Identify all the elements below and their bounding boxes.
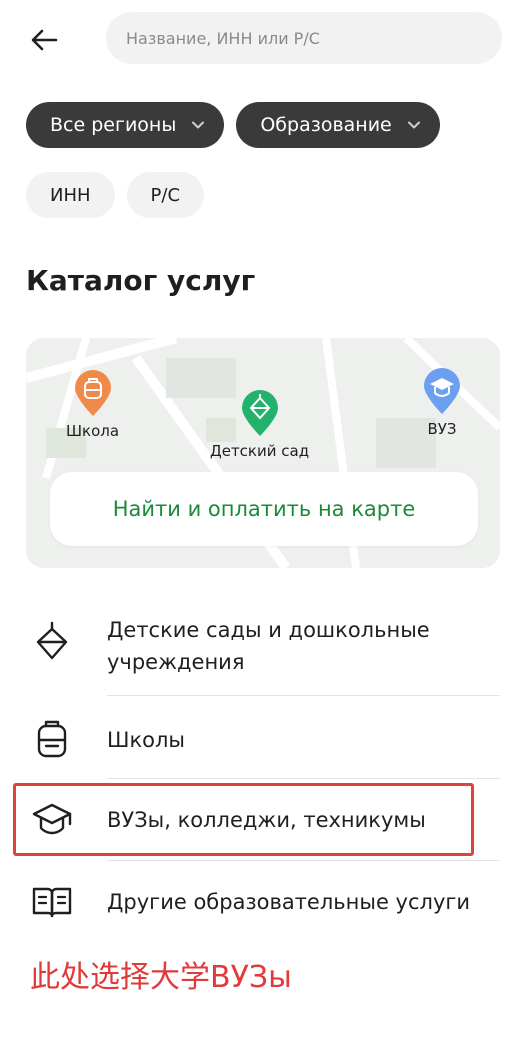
search-type-chips: ИНН Р/С [26, 172, 205, 218]
top-bar [0, 0, 522, 80]
inn-chip[interactable]: ИНН [26, 172, 115, 218]
selection-highlight-box [13, 783, 474, 856]
chevron-down-icon [406, 117, 422, 133]
school-pin-icon [74, 370, 111, 416]
region-filter-chip[interactable]: Все регионы [26, 102, 225, 148]
open-book-icon [30, 880, 74, 924]
list-item-label: Детские сады и дошкольные учреждения [107, 614, 430, 678]
list-item-label-line1: Детские сады и дошкольные [107, 618, 430, 642]
search-field[interactable] [106, 12, 502, 64]
chevron-down-icon [190, 117, 206, 133]
catalog-title: Каталог услуг [26, 264, 256, 297]
spinning-top-icon [30, 620, 74, 664]
kindergarten-pin-icon [241, 390, 278, 436]
map-pin-school[interactable]: Школа [66, 370, 119, 440]
divider [107, 778, 500, 779]
region-filter-label: Все регионы [50, 114, 177, 136]
annotation-text: 此处选择大学ВУЗы [30, 960, 292, 995]
list-item-schools[interactable]: Школы [0, 710, 522, 770]
filter-chips: Все регионы Образование [26, 102, 440, 148]
map-pin-kindergarten[interactable]: Детский сад [210, 390, 309, 460]
list-item-label-line2: учреждения [107, 650, 245, 674]
back-arrow-icon[interactable] [26, 22, 62, 58]
find-on-map-button[interactable]: Найти и оплатить на карте [50, 472, 478, 546]
backpack-icon [30, 718, 74, 762]
list-item-label: Другие образовательные услуги [107, 890, 471, 914]
category-filter-label: Образование [260, 114, 392, 136]
map-pin-label: ВУЗ [427, 420, 457, 438]
list-item-other-education[interactable]: Другие образовательные услуги [0, 872, 522, 932]
search-input[interactable] [126, 28, 502, 48]
map-pin-label: Детский сад [210, 442, 310, 460]
category-filter-chip[interactable]: Образование [236, 102, 440, 148]
map-pin-university[interactable]: ВУЗ [420, 368, 464, 438]
list-item-kindergartens[interactable]: Детские сады и дошкольные учреждения [0, 612, 522, 682]
map-pin-label: Школа [66, 422, 120, 440]
map-card[interactable]: Школа Детский сад ВУЗ Найти и оплатить н… [26, 338, 500, 568]
divider [107, 695, 500, 696]
university-pin-icon [424, 368, 460, 414]
rs-chip[interactable]: Р/С [126, 172, 205, 218]
list-item-label: Школы [107, 728, 185, 752]
divider [107, 860, 500, 861]
